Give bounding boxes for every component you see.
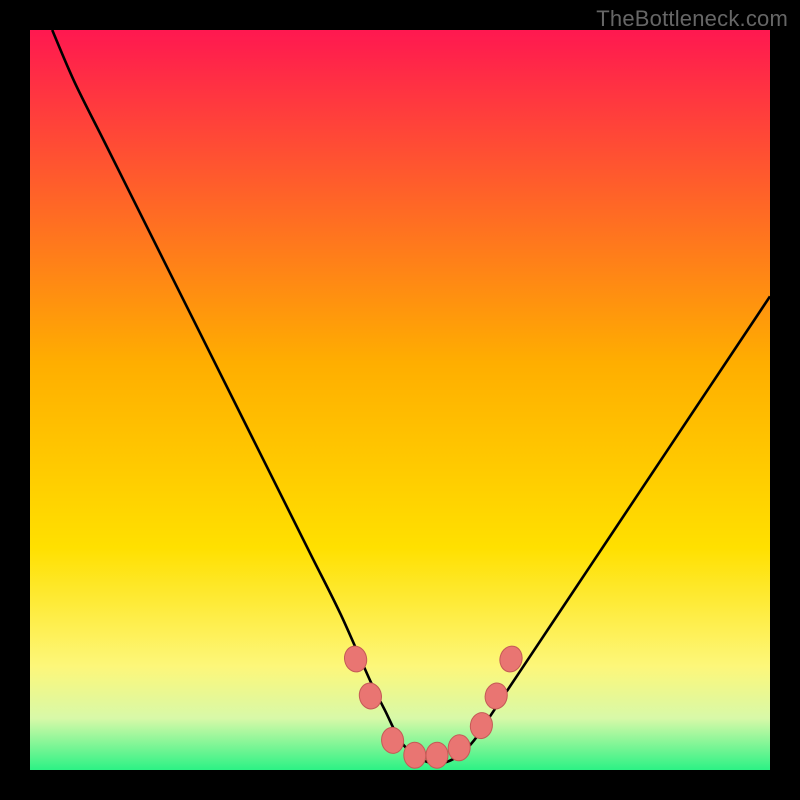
plot-area <box>30 30 770 770</box>
bottleneck-chart <box>30 30 770 770</box>
outer-frame: TheBottleneck.com <box>0 0 800 800</box>
curve-marker <box>426 742 449 768</box>
attribution-text: TheBottleneck.com <box>596 6 788 32</box>
curve-marker <box>403 742 426 769</box>
gradient-background <box>30 30 770 770</box>
